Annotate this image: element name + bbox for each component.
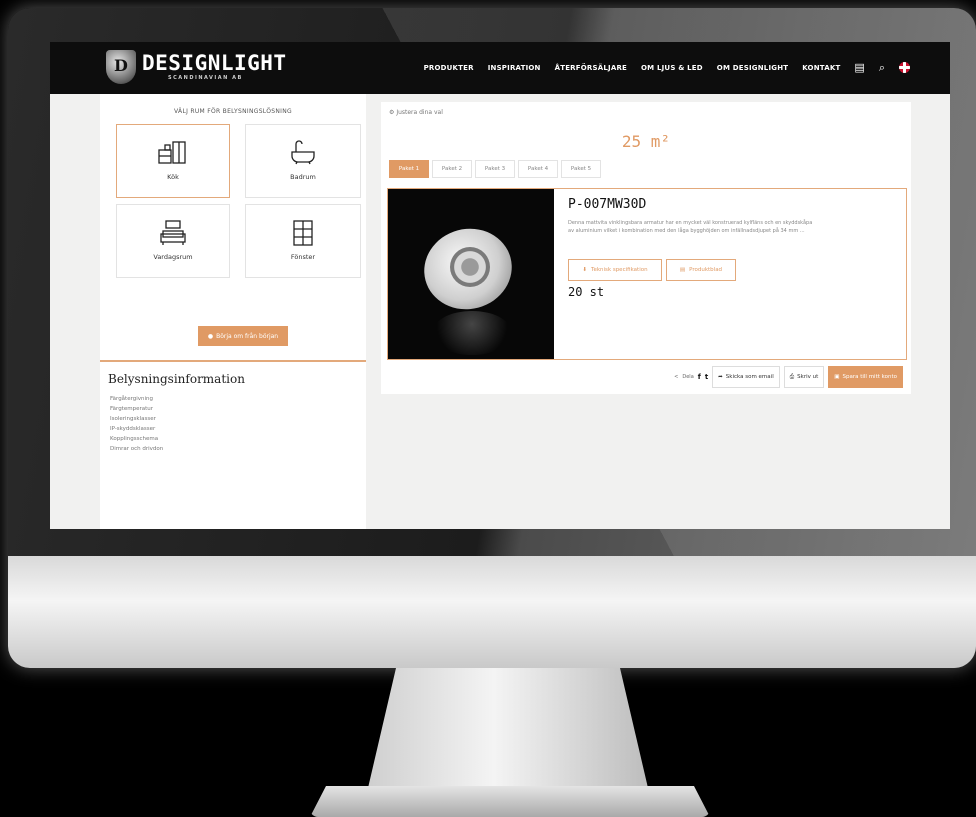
- product-quantity: 20 st: [568, 285, 605, 299]
- monitor-frame: D DESIGNLIGHT SCANDINAVIAN AB PRODUKTER …: [8, 8, 976, 668]
- info-link[interactable]: Dimrar och drivdon: [110, 444, 163, 454]
- room-label-badrum: Badrum: [290, 173, 316, 181]
- tab-paket-1[interactable]: Paket 1: [389, 160, 429, 178]
- monitor-stand: [310, 668, 710, 817]
- action-bar: < Dela f t ➦ Skicka som email ⎙ Skriv ut: [674, 366, 903, 388]
- nav-produkter[interactable]: PRODUKTER: [424, 64, 474, 72]
- room-label-vardagsrum: Vardagsrum: [153, 253, 193, 261]
- package-tabs: Paket 1 Paket 2 Paket 3 Paket 4 Paket 5: [389, 160, 601, 178]
- product-name: P-007MW30D: [568, 197, 647, 212]
- monitor-chin: [8, 556, 976, 668]
- info-link[interactable]: Isoleringsklasser: [110, 414, 163, 424]
- spec-button-label: Teknisk specifikation: [591, 267, 648, 273]
- tab-paket-3[interactable]: Paket 3: [475, 160, 515, 178]
- product-card: P-007MW30D Denna mattvita vinklingsbara …: [387, 188, 907, 360]
- spec-button[interactable]: ⬇ Teknisk specifikation: [568, 259, 662, 281]
- settings-icon: ⚙: [389, 109, 395, 116]
- print-icon: ⎙: [789, 373, 795, 380]
- room-fonster[interactable]: Fönster: [245, 204, 361, 278]
- room-grid: Kök Badrum Vardagsrum Fönster: [116, 124, 362, 278]
- print-button[interactable]: ⎙ Skriv ut: [783, 366, 825, 388]
- info-link[interactable]: IP-skyddsklasser: [110, 424, 163, 434]
- info-link[interactable]: Kopplingsschema: [110, 434, 163, 444]
- product-description: Denna mattvita vinklingsbara armatur har…: [568, 220, 813, 234]
- share-group: < Dela f t: [674, 373, 708, 381]
- tab-paket-2[interactable]: Paket 2: [432, 160, 472, 178]
- bathtub-icon: [246, 139, 360, 169]
- reset-button-label: Börja om från början: [216, 332, 279, 340]
- save-button[interactable]: ▣ Spara till mitt konto: [828, 366, 903, 388]
- facebook-icon[interactable]: f: [698, 373, 701, 381]
- logo-mark-letter: D: [114, 56, 128, 75]
- room-selector-panel: VÄLJ RUM FÖR BELYSNINGSLÖSNING Kök Badru…: [100, 94, 366, 529]
- nav-inspiration[interactable]: INSPIRATION: [488, 64, 541, 72]
- window-icon: [246, 219, 360, 251]
- document-icon[interactable]: ▤: [854, 62, 864, 73]
- logo-subtitle: SCANDINAVIAN AB: [168, 75, 243, 81]
- section-divider: [100, 360, 366, 362]
- print-button-label: Skriv ut: [797, 374, 819, 380]
- main-nav: PRODUKTER INSPIRATION ÅTERFÖRSÄLJARE OM …: [424, 62, 910, 73]
- adjust-choices-label: Justera dina val: [396, 109, 443, 116]
- room-area: 25 m²: [621, 132, 671, 151]
- logo-shield-icon[interactable]: D: [106, 50, 136, 84]
- product-sheet-label: Produktblad: [689, 267, 723, 273]
- info-list: Färgåtergivning Färgtemperatur Isolering…: [110, 394, 163, 454]
- reset-button[interactable]: ● Börja om från början: [198, 326, 288, 346]
- nav-om-ljus-led[interactable]: OM LJUS & LED: [641, 64, 703, 72]
- save-button-label: Spara till mitt konto: [842, 374, 897, 380]
- room-badrum[interactable]: Badrum: [245, 124, 361, 198]
- logo-text[interactable]: DESIGNLIGHT: [142, 51, 287, 75]
- adjust-choices-link[interactable]: ⚙ Justera dina val: [389, 109, 443, 116]
- room-label-kok: Kök: [167, 173, 179, 181]
- kitchen-icon: [117, 139, 229, 169]
- restart-icon: ●: [207, 332, 214, 340]
- screen: D DESIGNLIGHT SCANDINAVIAN AB PRODUKTER …: [50, 42, 950, 529]
- uk-flag-icon[interactable]: [899, 62, 910, 73]
- save-icon: ▣: [834, 374, 840, 380]
- package-panel: ⚙ Justera dina val 25 m² Paket 1 Paket 2…: [381, 102, 911, 394]
- downlight-lens: [450, 247, 490, 287]
- stand-base: [310, 786, 710, 817]
- room-label-fonster: Fönster: [290, 253, 316, 261]
- twitter-icon[interactable]: t: [705, 373, 708, 381]
- info-title: Belysningsinformation: [108, 372, 245, 386]
- tab-paket-5[interactable]: Paket 5: [561, 160, 601, 178]
- nav-om-designlight[interactable]: OM DESIGNLIGHT: [717, 64, 788, 72]
- info-link[interactable]: Färgåtergivning: [110, 394, 163, 404]
- info-link[interactable]: Färgtemperatur: [110, 404, 163, 414]
- forward-icon: ➦: [718, 374, 723, 380]
- search-icon[interactable]: ⌕: [879, 62, 885, 73]
- stand-neck: [368, 668, 648, 788]
- nav-aterforsaljare[interactable]: ÅTERFÖRSÄLJARE: [555, 64, 627, 72]
- downlight-reflection: [432, 311, 512, 355]
- room-vardagsrum[interactable]: Vardagsrum: [116, 204, 230, 278]
- email-button[interactable]: ➦ Skicka som email: [712, 366, 780, 388]
- nav-kontakt[interactable]: KONTAKT: [802, 64, 840, 72]
- sofa-icon: [117, 219, 229, 251]
- product-image: [388, 189, 554, 359]
- site-header: D DESIGNLIGHT SCANDINAVIAN AB PRODUKTER …: [50, 42, 950, 94]
- page-content: VÄLJ RUM FÖR BELYSNINGSLÖSNING Kök Badru…: [50, 94, 950, 529]
- download-icon: ⬇: [582, 267, 588, 273]
- room-selector-title: VÄLJ RUM FÖR BELYSNINGSLÖSNING: [174, 108, 292, 115]
- share-icon: <: [674, 374, 679, 380]
- share-label: Dela: [682, 374, 694, 380]
- product-sheet-button[interactable]: ▤ Produktblad: [666, 259, 736, 281]
- tab-paket-4[interactable]: Paket 4: [518, 160, 558, 178]
- room-kok[interactable]: Kök: [116, 124, 230, 198]
- email-button-label: Skicka som email: [725, 374, 774, 380]
- document-icon: ▤: [679, 267, 686, 273]
